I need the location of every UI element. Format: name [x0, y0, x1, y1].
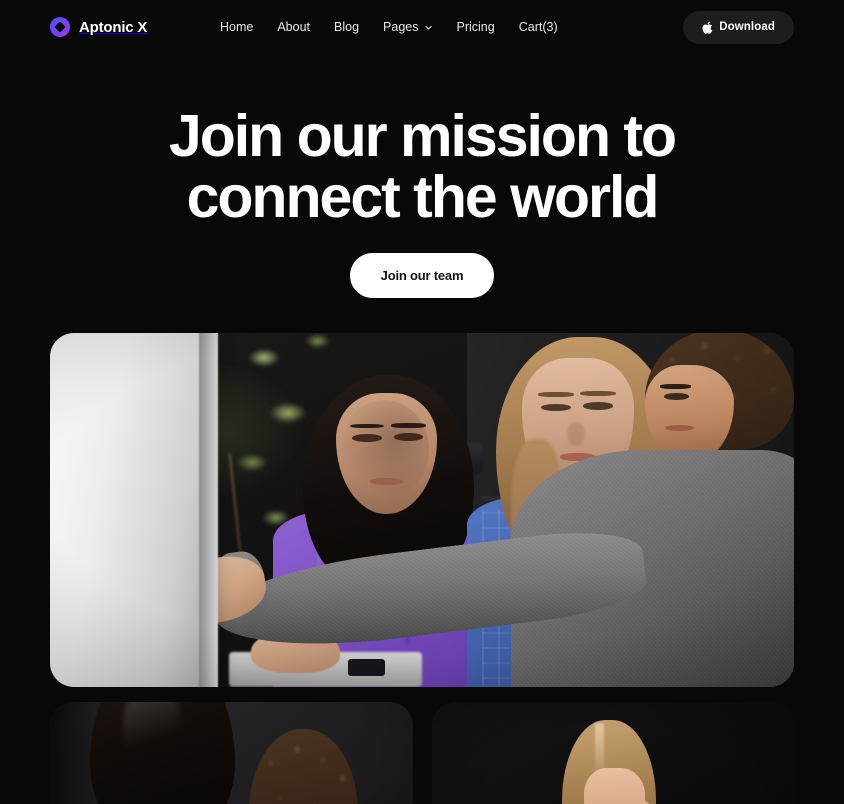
nav-link-pages[interactable]: Pages: [383, 20, 432, 34]
navbar: Aptonic X Home About Blog Pages Pricing: [0, 0, 844, 54]
download-button-label: Download: [719, 21, 775, 33]
secondary-image-row: [50, 702, 794, 804]
chevron-down-icon: [424, 25, 432, 29]
secondary-image-1-scene: [50, 702, 413, 804]
nav-link-pricing[interactable]: Pricing: [457, 20, 495, 34]
nav-link-pricing-label: Pricing: [456, 20, 495, 34]
download-button[interactable]: Download: [683, 10, 794, 44]
brand-logo[interactable]: Aptonic X: [50, 17, 147, 37]
cta-container: Join our team: [0, 253, 844, 298]
hero-image-scene: [50, 333, 794, 687]
nav-links: Home About Blog Pages Pricing Cart(3): [210, 20, 558, 34]
nav-link-cart[interactable]: Cart(3): [519, 20, 558, 34]
join-our-team-button[interactable]: Join our team: [349, 253, 495, 298]
secondary-image-1[interactable]: [50, 702, 413, 804]
nav-link-cart-label: Cart(3): [518, 20, 558, 34]
secondary-image-2-scene: [431, 702, 794, 804]
diamond-in-circle-icon: [50, 17, 70, 37]
nav-link-pages-label: Pages: [383, 20, 419, 34]
nav-link-about-label: About: [277, 20, 311, 34]
nav-link-home[interactable]: Home: [220, 20, 253, 34]
hero-image[interactable]: [50, 333, 794, 687]
page-title: Join our mission to connect the world: [0, 106, 844, 228]
secondary-image-2[interactable]: [431, 702, 794, 804]
nav-link-home-label: Home: [220, 20, 254, 34]
hero-title-line-2: connect the world: [186, 164, 660, 230]
nav-link-blog[interactable]: Blog: [334, 20, 359, 34]
page-root: Aptonic X Home About Blog Pages Pricing: [0, 0, 844, 804]
nav-link-about[interactable]: About: [277, 20, 310, 34]
image-gallery: [50, 333, 794, 804]
apple-logo-icon: [702, 21, 713, 34]
hero-title-line-1: Join our mission to: [168, 103, 677, 169]
nav-link-blog-label: Blog: [334, 20, 360, 34]
brand-name: Aptonic X: [79, 18, 148, 36]
